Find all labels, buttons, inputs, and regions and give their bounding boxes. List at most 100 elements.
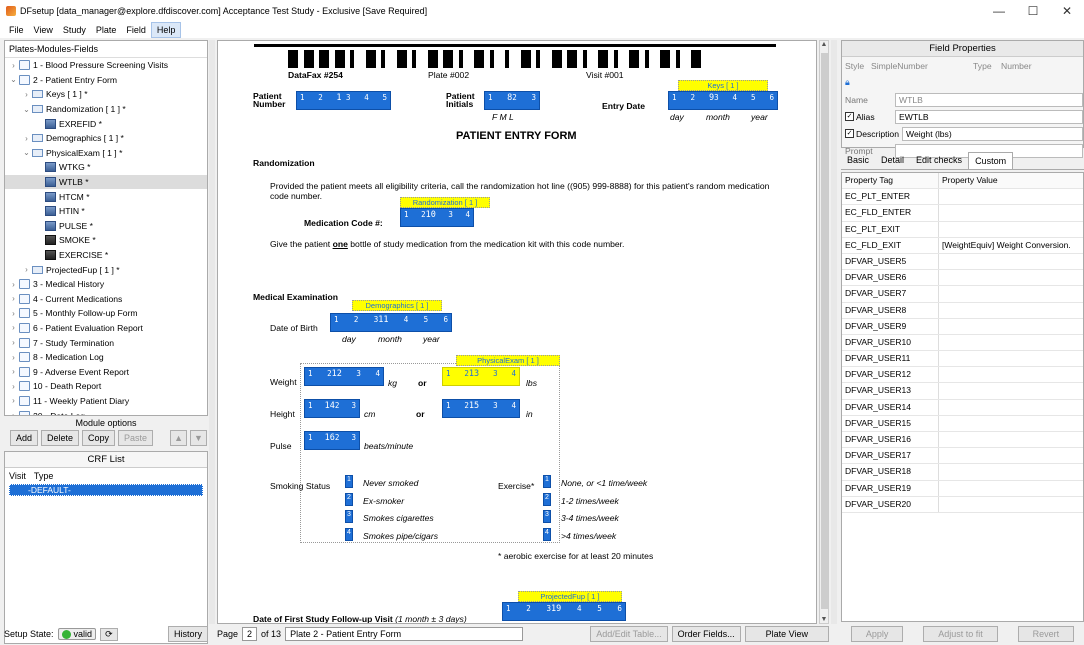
crf-row-default[interactable]: -DEFAULT-	[9, 484, 203, 496]
property-value[interactable]	[939, 383, 1083, 398]
lock-icon[interactable]: 🔒︎	[845, 77, 850, 88]
property-value[interactable]	[939, 481, 1083, 496]
property-value[interactable]	[939, 432, 1083, 447]
property-value[interactable]	[939, 205, 1083, 220]
field-wtkg[interactable]: 1 212 3 4	[304, 367, 384, 386]
expander-icon[interactable]: ›	[9, 353, 18, 362]
description-checkbox[interactable]: ✓	[845, 129, 854, 138]
right-splitter[interactable]	[831, 40, 837, 624]
canvas-scrollbar[interactable]: ▲ ▼	[819, 40, 829, 624]
property-value[interactable]	[939, 464, 1083, 479]
choice-box[interactable]: 2	[345, 492, 353, 506]
name-field[interactable]: WTLB	[895, 92, 1083, 107]
add-edit-table-button[interactable]: Add/Edit Table...	[590, 626, 668, 642]
table-row[interactable]: DFVAR_USER14	[842, 399, 1083, 416]
table-row[interactable]: DFVAR_USER15	[842, 415, 1083, 432]
tab-basic[interactable]: Basic	[841, 152, 875, 169]
field-pulse[interactable]: 1 162 3	[304, 431, 360, 450]
minimize-button[interactable]: —	[982, 0, 1016, 22]
tree-item[interactable]: HTCM *	[5, 189, 207, 204]
table-row[interactable]: EC_PLT_EXIT	[842, 221, 1083, 238]
expander-icon[interactable]: ›	[9, 294, 18, 303]
move-up-button[interactable]: ▲	[170, 430, 187, 446]
tree-item[interactable]: › ProjectedFup [ 1 ] *	[5, 262, 207, 277]
table-row[interactable]: DFVAR_USER16	[842, 432, 1083, 449]
menu-plate[interactable]: Plate	[91, 23, 122, 37]
table-row[interactable]: DFVAR_USER19	[842, 480, 1083, 497]
module-label-projectedfup[interactable]: ProjectedFup [ 1 ]	[518, 591, 622, 602]
close-button[interactable]: ✕	[1050, 0, 1084, 22]
table-row[interactable]: DFVAR_USER13	[842, 383, 1083, 400]
property-value[interactable]	[939, 400, 1083, 415]
tab-custom[interactable]: Custom	[968, 152, 1014, 169]
table-row[interactable]: DFVAR_USER9	[842, 318, 1083, 335]
copy-button[interactable]: Copy	[82, 430, 116, 446]
property-value[interactable]	[939, 286, 1083, 301]
choice-box[interactable]: 1	[543, 475, 551, 488]
table-row[interactable]: DFVAR_USER6	[842, 270, 1083, 287]
move-down-button[interactable]: ▼	[189, 430, 207, 446]
refresh-icon[interactable]: ⟳	[100, 627, 118, 641]
expander-icon[interactable]: ⌄	[9, 75, 18, 84]
property-value[interactable]	[939, 497, 1083, 512]
tree-item[interactable]: ⌄ Randomization [ 1 ] *	[5, 102, 207, 117]
plate-view-button[interactable]: Plate View	[744, 626, 829, 642]
choice-box[interactable]: 4	[543, 527, 551, 541]
property-value[interactable]	[939, 319, 1083, 334]
table-row[interactable]: DFVAR_USER5	[842, 253, 1083, 271]
left-splitter[interactable]	[209, 40, 215, 624]
menu-field[interactable]: Field	[121, 23, 151, 37]
alias-field[interactable]: EWTLB	[895, 109, 1083, 124]
menu-file[interactable]: File	[4, 23, 29, 37]
table-row[interactable]: DFVAR_USER8	[842, 302, 1083, 319]
module-label-physicalexam[interactable]: PhysicalExam [ 1 ]	[456, 355, 560, 366]
tree-item[interactable]: PULSE *	[5, 219, 207, 234]
col-property-value[interactable]: Property Value	[939, 173, 1083, 189]
scroll-thumb[interactable]	[821, 53, 828, 609]
expander-icon[interactable]: ›	[9, 309, 18, 318]
table-row[interactable]: EC_FLD_EXIT [WeightEquiv] Weight Conversi…	[842, 237, 1083, 254]
table-row[interactable]: DFVAR_USER10	[842, 334, 1083, 352]
property-value[interactable]	[939, 270, 1083, 285]
property-value[interactable]	[939, 222, 1083, 237]
property-value[interactable]	[939, 351, 1083, 366]
expander-icon[interactable]: ⌄	[22, 105, 31, 114]
choice-box[interactable]: 4	[345, 527, 353, 541]
table-row[interactable]: EC_PLT_ENTER	[842, 189, 1083, 206]
choice-box[interactable]: 3	[543, 510, 551, 523]
field-patient-initials[interactable]: 1 82 3	[484, 91, 540, 110]
page-number-input[interactable]: 2	[242, 627, 258, 641]
module-label-demographics[interactable]: Demographics [ 1 ]	[352, 300, 442, 311]
menu-study[interactable]: Study	[58, 23, 91, 37]
expander-icon[interactable]: ›	[9, 280, 18, 289]
expander-icon[interactable]: ›	[22, 265, 31, 274]
expander-icon[interactable]: ›	[9, 411, 18, 415]
property-value[interactable]	[939, 335, 1083, 350]
module-label-keys[interactable]: Keys [ 1 ]	[678, 80, 768, 91]
tab-detail[interactable]: Detail	[875, 152, 910, 169]
style-value[interactable]: SimpleNumber	[871, 61, 973, 71]
property-value[interactable]	[939, 367, 1083, 382]
property-value[interactable]: [WeightEquiv] Weight Conversion.	[939, 238, 1083, 253]
tree-item[interactable]: › 7 - Study Termination	[5, 335, 207, 350]
field-wtlb-selected[interactable]: 1 213 3 4	[442, 367, 520, 386]
field-patient-number[interactable]: 121 345	[296, 91, 391, 110]
field-htin[interactable]: 1 215 3 4	[442, 399, 520, 418]
expander-icon[interactable]: ›	[9, 61, 18, 70]
expander-icon[interactable]: ›	[22, 90, 31, 99]
scroll-down-icon[interactable]: ▼	[820, 616, 828, 623]
col-type[interactable]: Type	[34, 471, 54, 481]
maximize-button[interactable]: ☐	[1016, 0, 1050, 22]
property-value[interactable]	[939, 448, 1083, 463]
history-button[interactable]: History	[167, 626, 208, 642]
table-row[interactable]: DFVAR_USER20	[842, 496, 1083, 513]
expander-icon[interactable]: ›	[9, 367, 18, 376]
type-value[interactable]: Number	[1001, 61, 1032, 71]
tree-item[interactable]: HTIN *	[5, 204, 207, 219]
tree-item[interactable]: › 20 - Date Log	[5, 408, 207, 415]
choice-box[interactable]: 2	[543, 492, 551, 506]
choice-box[interactable]: 1	[345, 475, 353, 488]
tree-item[interactable]: › 8 - Medication Log	[5, 350, 207, 365]
description-field[interactable]: Weight (lbs)	[902, 126, 1083, 141]
field-htcm[interactable]: 1 142 3	[304, 399, 360, 418]
